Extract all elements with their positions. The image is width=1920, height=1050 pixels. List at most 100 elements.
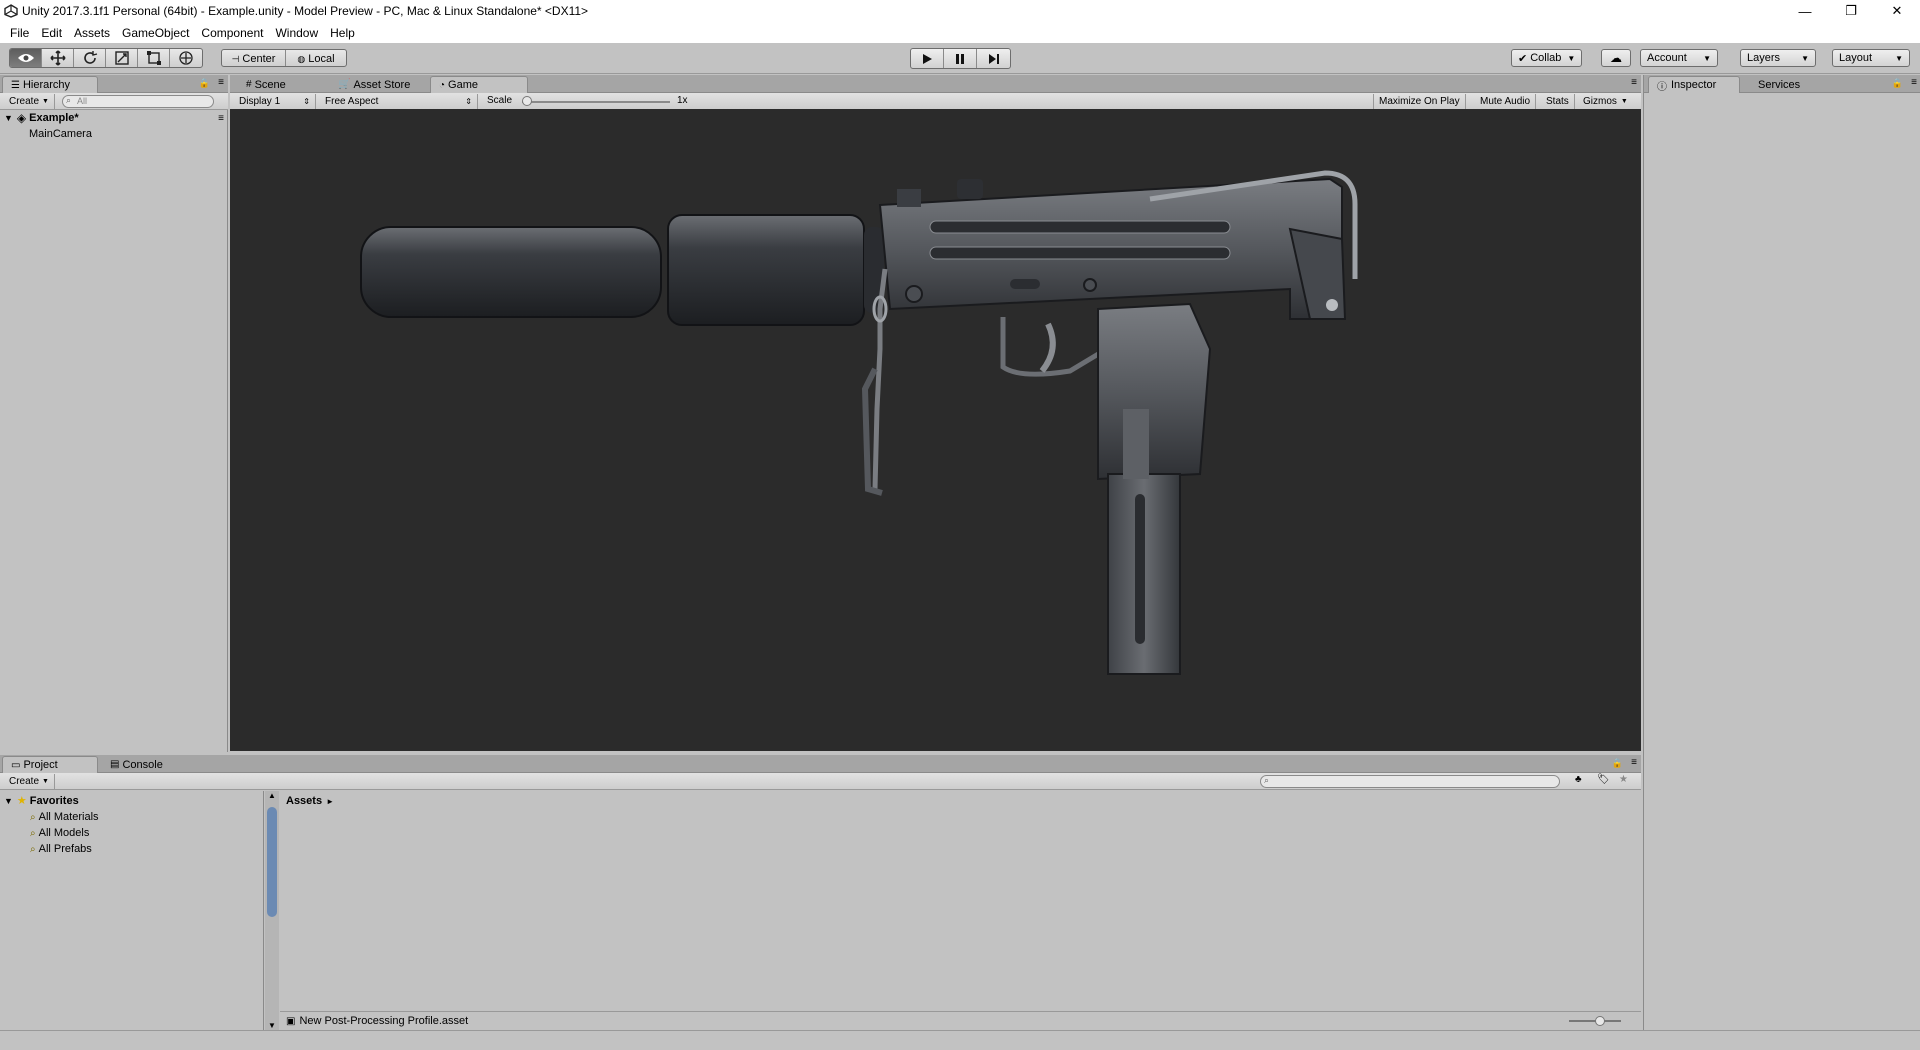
scale-icon [114,51,129,65]
chevron-down-icon: ▼ [1703,53,1711,63]
pause-button[interactable] [944,49,977,68]
pivot-center-button[interactable]: ⊣ Center [222,50,286,66]
panel-menu-icon[interactable]: ≡ [218,77,224,88]
lock-icon[interactable]: 🔒 [1612,758,1623,769]
favorite-item-label: All Prefabs [38,843,92,855]
tab-asset-store[interactable]: 🛒 Asset Store [330,76,418,93]
tab-project[interactable]: ▭ Project [2,756,98,773]
view-tool-button[interactable] [10,49,42,67]
menu-file[interactable]: File [4,26,35,40]
expand-arrow-icon[interactable]: ▼ [4,111,13,126]
tree-scrollbar[interactable]: ▲ ▼ [265,791,279,1030]
favorite-item-label: All Models [38,827,90,839]
panel-menu-icon[interactable]: ≡ [1911,77,1917,88]
weapon-model-render [360,170,1358,675]
lock-icon[interactable]: 🔒 [199,78,210,89]
minimize-button[interactable]: — [1782,0,1828,22]
scale-tool-button[interactable] [106,49,138,67]
list-item[interactable]: ⌕ All Materials [30,810,99,825]
check-icon: ✔ [1518,52,1528,65]
scale-slider-thumb[interactable] [522,96,532,106]
close-button[interactable]: ✕ [1874,0,1920,22]
restore-button[interactable]: ❐ [1828,0,1874,22]
pacman-icon: ◔ [439,79,446,91]
chevron-down-icon: ▼ [42,778,49,785]
scene-row[interactable]: ▼ ◈ Example* ≡ [4,111,224,126]
create-label: Create [9,776,40,787]
stats-label: Stats [1546,96,1569,107]
hierarchy-item[interactable]: MainCamera [29,127,92,142]
rect-tool-button[interactable] [138,49,170,67]
unity-scene-icon: ◈ [16,111,27,125]
filter-type-icon[interactable]: ♣ [1575,774,1582,785]
menu-help[interactable]: Help [324,26,361,40]
updown-icon: ⇕ [465,97,472,106]
move-tool-button[interactable] [42,49,74,67]
gizmos-dropdown[interactable]: Gizmos ▼ [1578,94,1633,109]
step-button[interactable] [977,49,1010,68]
breadcrumb[interactable]: Assets ► [286,794,334,809]
layers-dropdown[interactable]: Layers ▼ [1740,49,1816,67]
scroll-up-icon[interactable]: ▲ [268,791,276,800]
scroll-down-icon[interactable]: ▼ [268,1021,276,1030]
zoom-slider-thumb[interactable] [1595,1016,1605,1026]
scrollbar-thumb[interactable] [267,807,277,917]
mute-audio-toggle[interactable]: Mute Audio [1475,94,1537,109]
tab-services[interactable]: Services [1750,76,1808,93]
tab-console[interactable]: ▤ Console [102,756,171,773]
display-dropdown[interactable]: Display 1 ⇕ [234,94,316,109]
project-create-button[interactable]: Create ▼ [4,774,55,789]
play-button[interactable] [911,49,944,68]
list-item[interactable]: ⌕ All Prefabs [30,842,92,857]
tab-scene-label: Scene [254,78,286,91]
menu-edit[interactable]: Edit [35,26,68,40]
collab-button[interactable]: ✔ Collab ▼ [1511,49,1583,67]
cloud-button[interactable]: ☁ [1601,49,1631,67]
scene-name: Example* [29,112,79,124]
maximize-label: Maximize On Play [1379,96,1460,107]
label-filter-icon[interactable]: 🏷 [1597,774,1610,785]
stats-toggle[interactable]: Stats [1541,94,1575,109]
menu-window[interactable]: Window [269,26,324,40]
menu-assets[interactable]: Assets [68,26,116,40]
hierarchy-tabbar: ☰ Hierarchy 🔒 ≡ [0,75,228,93]
status-bar [0,1030,1920,1050]
panel-menu-icon[interactable]: ≡ [1631,77,1637,88]
hierarchy-panel: ☰ Hierarchy 🔒 ≡ Create ▼ All ⌕ ▼ ◈ Examp… [0,75,228,752]
tab-hierarchy[interactable]: ☰ Hierarchy [2,76,98,93]
menu-gameobject[interactable]: GameObject [116,26,195,40]
panel-menu-icon[interactable]: ≡ [1631,757,1637,768]
hierarchy-search-input[interactable]: All [62,95,214,108]
pivot-local-button[interactable]: ◍ Local [286,50,346,66]
gizmos-label: Gizmos [1583,96,1617,107]
window-title: Unity 2017.3.1f1 Personal (64bit) - Exam… [22,4,589,18]
tab-project-label: Project [23,759,58,771]
rect-transform-icon [146,51,161,65]
layers-label: Layers [1747,52,1781,64]
local-icon: ◍ [297,53,306,64]
aspect-dropdown[interactable]: Free Aspect ⇕ [320,94,478,109]
tab-game[interactable]: ◔ Game [430,76,528,93]
transform-tool-button[interactable] [170,49,202,67]
step-icon [988,53,999,64]
lock-icon[interactable]: 🔒 [1892,78,1903,89]
hierarchy-create-button[interactable]: Create ▼ [4,94,55,109]
tab-scene[interactable]: # Scene [238,76,294,93]
account-dropdown[interactable]: Account ▼ [1640,49,1718,67]
menu-component[interactable]: Component [195,26,269,40]
rotate-tool-button[interactable] [74,49,106,67]
star-icon[interactable]: ★ [1619,774,1628,785]
project-search-input[interactable] [1260,775,1560,788]
asset-file-name[interactable]: New Post-Processing Profile.asset [299,1015,468,1027]
expand-arrow-icon[interactable]: ▼ [4,794,13,809]
scene-menu-icon[interactable]: ≡ [218,111,224,126]
scale-slider-track[interactable] [522,101,670,103]
layout-dropdown[interactable]: Layout ▼ [1832,49,1910,67]
list-item[interactable]: ⌕ All Models [30,826,89,841]
project-toolbar: Create ▼ ⌕ ♣ 🏷 ★ [0,773,1641,790]
maximize-on-play-toggle[interactable]: Maximize On Play [1373,94,1466,109]
game-view[interactable] [230,109,1641,751]
search-icon: ⌕ [30,828,36,839]
tab-inspector[interactable]: ⓘ Inspector [1648,76,1740,93]
favorites-row[interactable]: ▼ ★ Favorites [4,794,79,809]
